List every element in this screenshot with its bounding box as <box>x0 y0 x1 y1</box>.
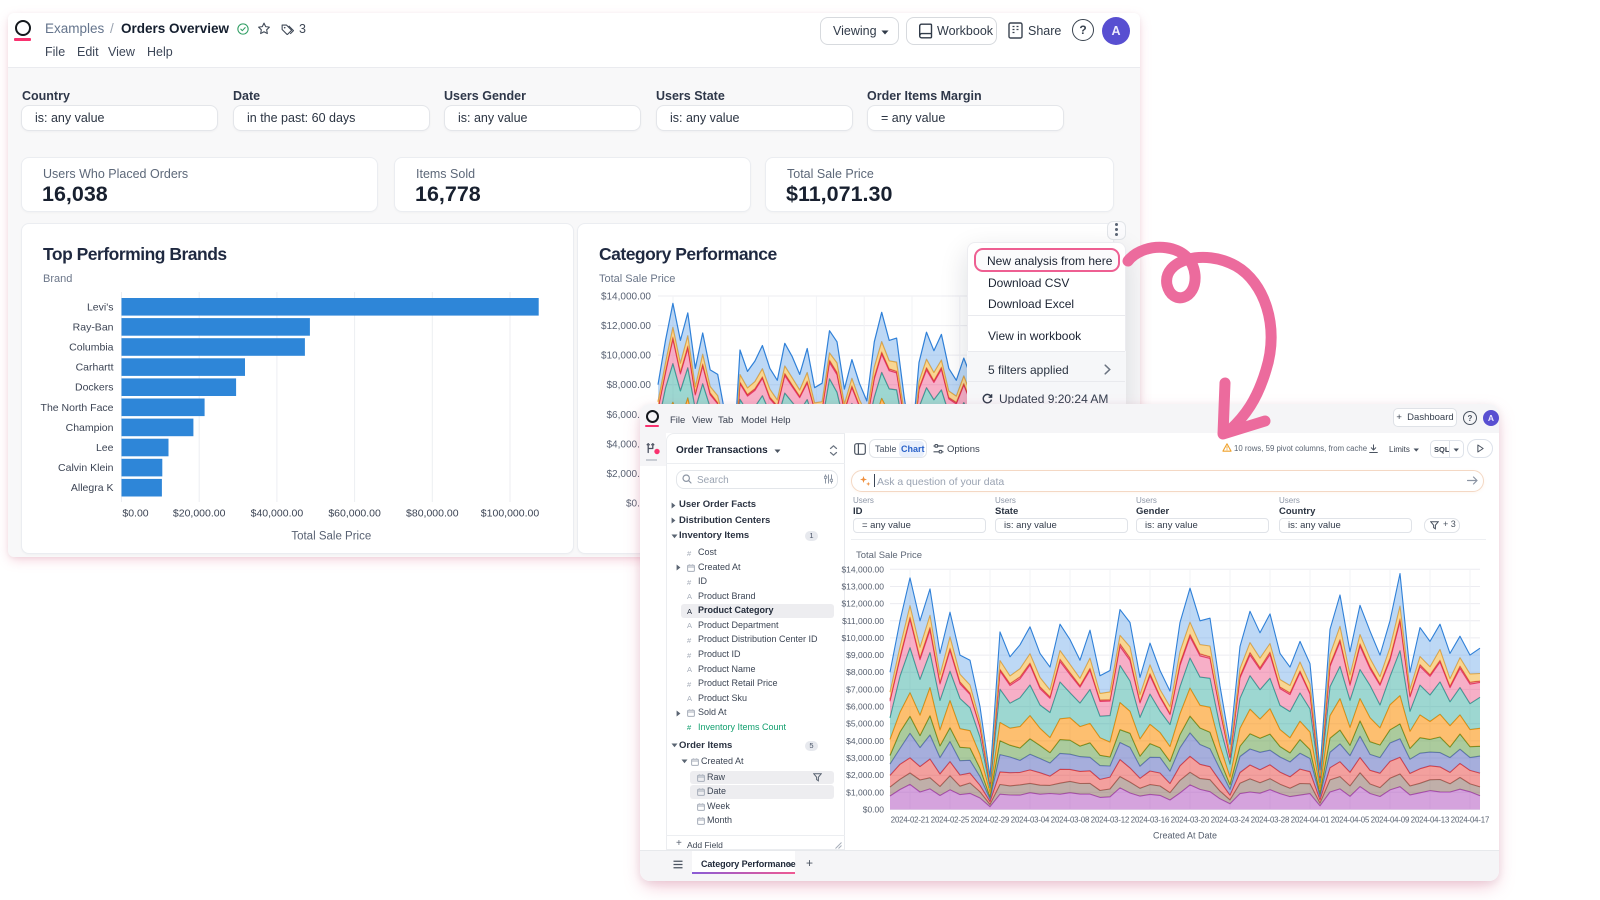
svg-text:Levi's: Levi's <box>87 301 114 313</box>
svg-text:2024-04-17: 2024-04-17 <box>1451 816 1489 825</box>
svg-text:2024-04-13: 2024-04-13 <box>1411 816 1449 825</box>
svg-text:$4,000.00: $4,000.00 <box>846 736 884 746</box>
svg-text:2024-03-20: 2024-03-20 <box>1171 816 1210 825</box>
svg-text:2024-03-24: 2024-03-24 <box>1211 816 1250 825</box>
svg-text:$13,000.00: $13,000.00 <box>841 582 884 592</box>
svg-text:Calvin Klein: Calvin Klein <box>58 462 114 474</box>
svg-text:Created At Date: Created At Date <box>1153 831 1217 841</box>
svg-text:$1,000.00: $1,000.00 <box>846 787 884 797</box>
svg-text:$40,000.00: $40,000.00 <box>251 508 304 520</box>
svg-text:2024-03-04: 2024-03-04 <box>1011 816 1050 825</box>
svg-text:$12,000.00: $12,000.00 <box>601 321 651 332</box>
svg-text:2024-03-08: 2024-03-08 <box>1051 816 1089 825</box>
svg-text:2024-04-05: 2024-04-05 <box>1331 816 1370 825</box>
svg-text:Allegra K: Allegra K <box>71 482 114 494</box>
svg-text:$11,000.00: $11,000.00 <box>842 616 884 626</box>
svg-text:$14,000.00: $14,000.00 <box>601 292 651 303</box>
svg-text:Total Sale Price: Total Sale Price <box>291 531 371 543</box>
svg-text:$6,000.00: $6,000.00 <box>846 702 884 712</box>
svg-text:$10,000.00: $10,000.00 <box>841 633 884 643</box>
svg-text:Champion: Champion <box>66 422 114 434</box>
svg-text:$10,000.00: $10,000.00 <box>601 351 651 362</box>
svg-text:The North Face: The North Face <box>41 402 114 414</box>
svg-text:$80,000.00: $80,000.00 <box>406 508 459 520</box>
svg-text:$9,000.00: $9,000.00 <box>846 650 884 660</box>
svg-text:2024-04-09: 2024-04-09 <box>1371 816 1409 825</box>
svg-text:Dockers: Dockers <box>75 382 114 394</box>
svg-text:2024-03-12: 2024-03-12 <box>1091 816 1129 825</box>
svg-text:2024-02-29: 2024-02-29 <box>971 816 1009 825</box>
svg-text:Carhartt: Carhartt <box>76 362 114 374</box>
svg-text:$2,000.00: $2,000.00 <box>846 770 884 780</box>
svg-text:2024-02-21: 2024-02-21 <box>891 816 929 825</box>
svg-text:Lee: Lee <box>96 442 114 454</box>
svg-text:2024-03-28: 2024-03-28 <box>1251 816 1289 825</box>
svg-text:$5,000.00: $5,000.00 <box>846 719 884 729</box>
svg-text:$20,000.00: $20,000.00 <box>173 508 226 520</box>
svg-text:2024-04-01: 2024-04-01 <box>1291 816 1329 825</box>
svg-text:Columbia: Columbia <box>69 342 114 354</box>
svg-text:$0.00: $0.00 <box>122 508 148 520</box>
svg-text:$14,000.00: $14,000.00 <box>841 564 884 574</box>
svg-text:$12,000.00: $12,000.00 <box>841 599 884 609</box>
svg-text:2024-02-25: 2024-02-25 <box>931 816 970 825</box>
svg-text:2024-03-16: 2024-03-16 <box>1131 816 1169 825</box>
svg-text:$8,000.00: $8,000.00 <box>846 667 884 677</box>
svg-text:$8,000.00: $8,000.00 <box>607 380 652 391</box>
svg-text:$100,000.00: $100,000.00 <box>481 508 540 520</box>
svg-text:$7,000.00: $7,000.00 <box>846 684 884 694</box>
svg-text:$3,000.00: $3,000.00 <box>846 753 884 763</box>
svg-text:$60,000.00: $60,000.00 <box>328 508 381 520</box>
svg-text:$0.00: $0.00 <box>863 805 885 815</box>
svg-text:Ray-Ban: Ray-Ban <box>73 321 114 333</box>
